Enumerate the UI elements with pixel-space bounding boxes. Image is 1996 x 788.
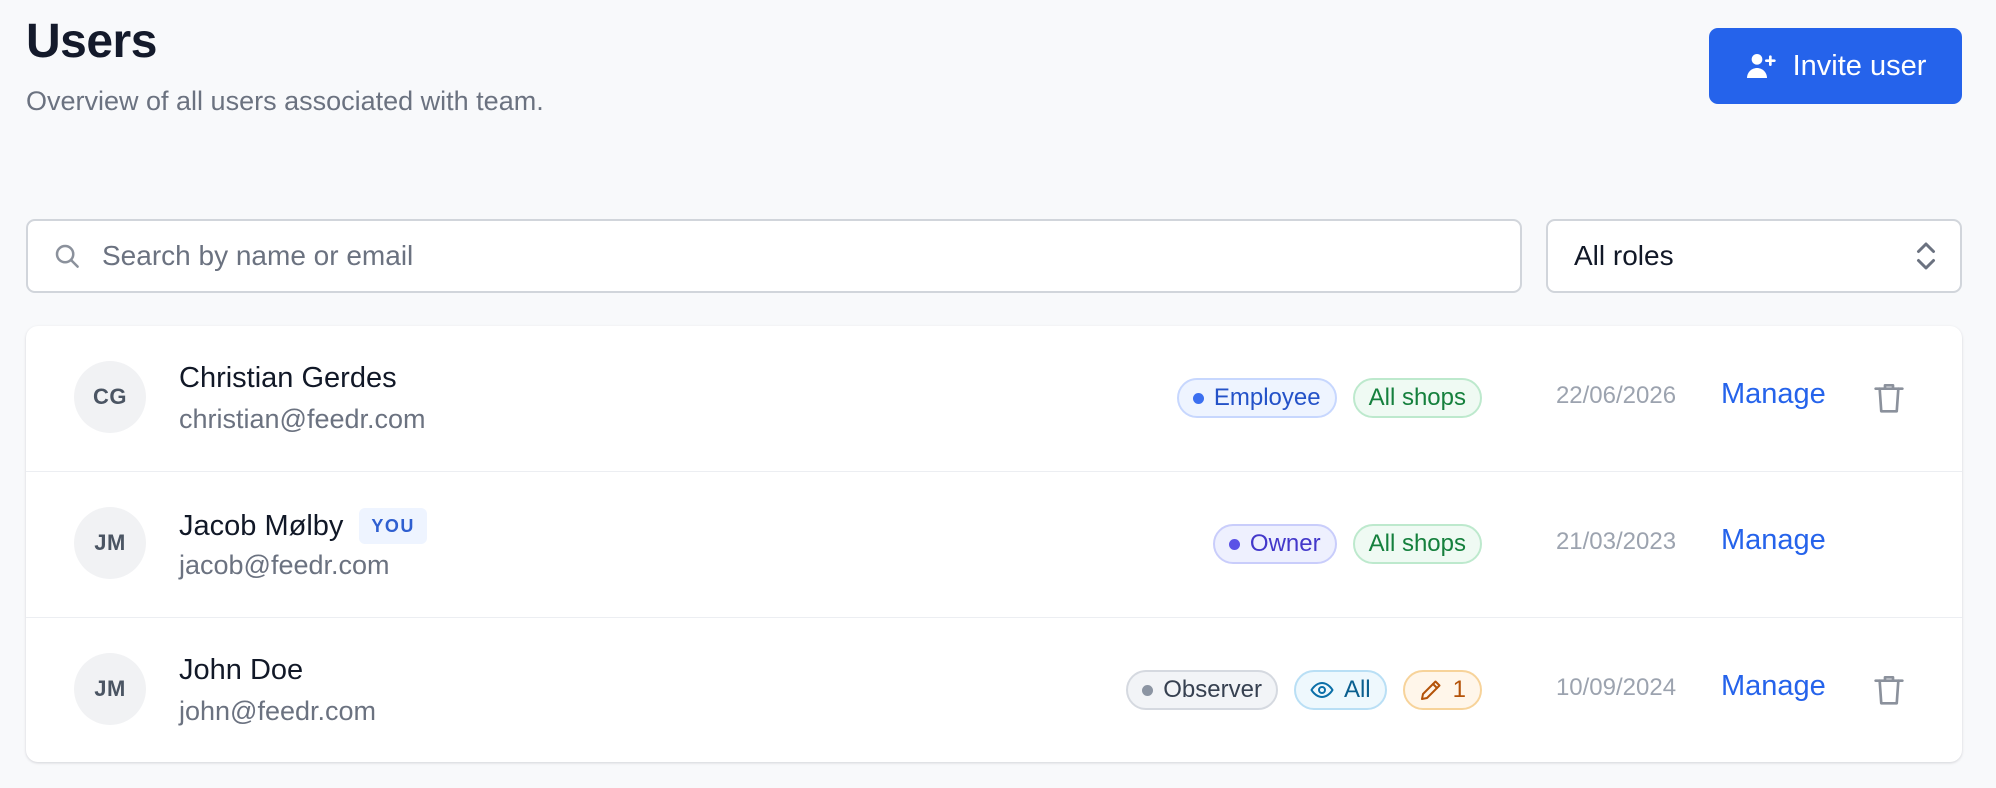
chevron-up-down-icon: [1914, 238, 1938, 274]
search-input[interactable]: [102, 226, 1482, 286]
user-email: christian@feedr.com: [179, 404, 426, 434]
delete-user-button[interactable]: [1870, 670, 1908, 710]
user-name: Jacob Mølby YOU: [179, 508, 427, 544]
edit-access-badge: 1: [1402, 670, 1482, 710]
access-badge: All shops: [1352, 524, 1482, 564]
user-badges: Owner All shops: [1212, 524, 1482, 564]
user-name-text: Christian Gerdes: [179, 362, 397, 394]
page-subtitle: Overview of all users associated with te…: [26, 86, 544, 116]
avatar: CG: [74, 361, 146, 433]
role-filter-select[interactable]: All roles: [1546, 219, 1962, 293]
manage-user-link[interactable]: Manage: [1721, 670, 1826, 703]
page-title: Users: [26, 15, 157, 68]
user-email: jacob@feedr.com: [179, 550, 390, 580]
role-badge-label: Employee: [1213, 384, 1321, 411]
user-name-text: John Doe: [179, 654, 304, 686]
user-date: 21/03/2023: [1555, 528, 1677, 555]
view-access-label: All: [1343, 676, 1371, 703]
user-name: John Doe: [179, 654, 303, 687]
access-badge-label: All shops: [1368, 530, 1466, 557]
avatar: JM: [74, 507, 146, 579]
user-name-text: Jacob Mølby: [179, 509, 344, 542]
role-filter-value: All roles: [1574, 240, 1674, 271]
role-badge: Employee: [1176, 378, 1337, 418]
user-badges: Employee All shops: [1176, 378, 1482, 418]
pencil-icon: [1419, 678, 1443, 702]
user-row: CG Christian Gerdes christian@feedr.com …: [26, 326, 1962, 472]
delete-user-button[interactable]: [1870, 378, 1908, 418]
user-badges: Observer All 1: [1126, 670, 1482, 710]
role-badge: Owner: [1212, 524, 1337, 564]
user-date: 22/06/2026: [1555, 382, 1677, 409]
role-badge-label: Owner: [1249, 530, 1321, 557]
trash-icon: [1873, 672, 1905, 708]
user-plus-icon: [1745, 50, 1777, 82]
manage-user-link[interactable]: Manage: [1721, 524, 1826, 557]
search-icon: [52, 241, 82, 271]
search-field: [26, 219, 1522, 293]
invite-user-button[interactable]: Invite user: [1709, 28, 1962, 104]
view-access-badge: All: [1293, 670, 1387, 710]
status-dot-icon: [1142, 684, 1154, 696]
status-dot-icon: [1228, 538, 1240, 550]
you-badge: YOU: [359, 508, 427, 544]
user-email: john@feedr.com: [179, 696, 377, 726]
user-name: Christian Gerdes: [179, 362, 397, 395]
status-dot-icon: [1192, 392, 1204, 404]
user-row: JM Jacob Mølby YOU jacob@feedr.com Owner…: [26, 472, 1962, 618]
trash-icon: [1873, 380, 1905, 416]
eye-icon: [1310, 678, 1334, 702]
users-page: Users Overview of all users associated w…: [0, 0, 1996, 788]
avatar: JM: [74, 653, 146, 725]
users-list: CG Christian Gerdes christian@feedr.com …: [26, 326, 1962, 762]
edit-access-label: 1: [1452, 676, 1466, 703]
user-row: JM John Doe john@feedr.com Observer All …: [26, 618, 1962, 762]
access-badge-label: All shops: [1368, 384, 1466, 411]
user-date: 10/09/2024: [1555, 674, 1677, 701]
manage-user-link[interactable]: Manage: [1721, 378, 1826, 411]
invite-user-label: Invite user: [1792, 49, 1927, 82]
role-badge: Observer: [1126, 670, 1278, 710]
role-badge-label: Observer: [1163, 676, 1262, 703]
access-badge: All shops: [1352, 378, 1482, 418]
